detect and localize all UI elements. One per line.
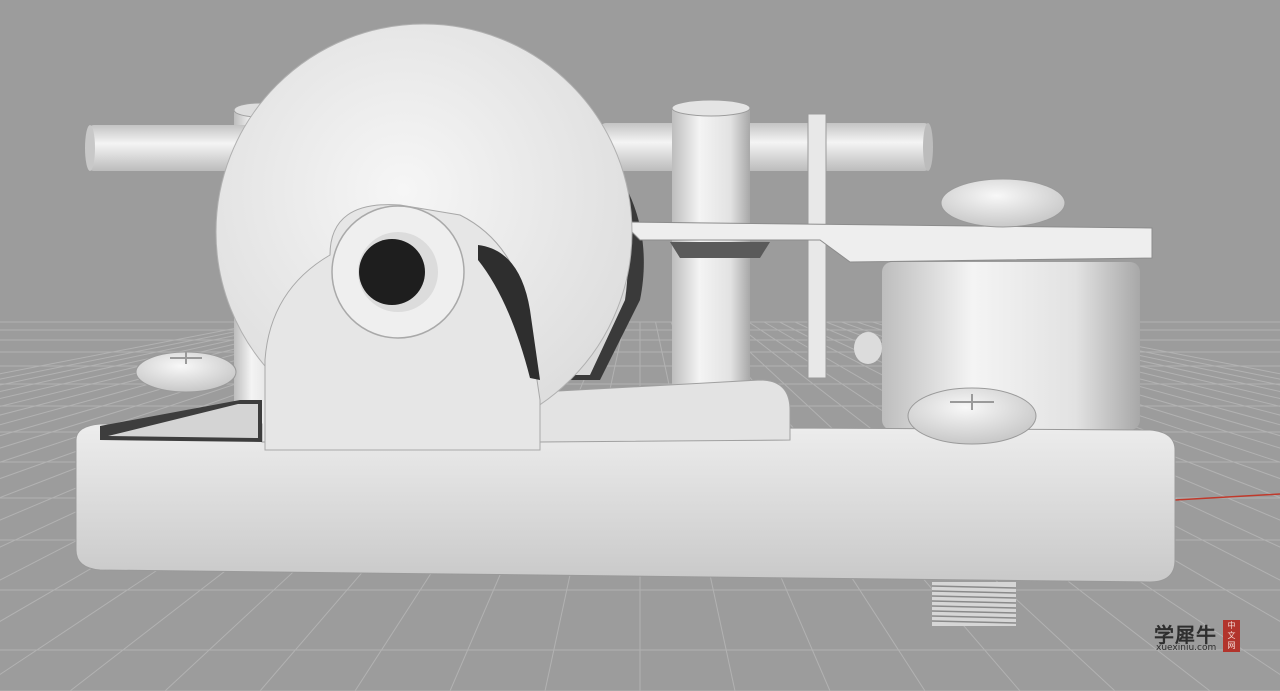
bearing-hole: [359, 239, 425, 305]
comb-teeth: [670, 242, 770, 258]
base-platform: [75, 423, 1176, 583]
watermark-seal-char: 文: [1227, 631, 1236, 640]
watermark-seal-char: 中: [1227, 621, 1236, 630]
threaded-bolt: [931, 582, 1017, 626]
left-rod-end: [85, 125, 95, 171]
center-column-top: [671, 99, 751, 117]
watermark-logo: 学犀牛 xuexiniu.com 中 文 网: [1148, 617, 1246, 657]
right-rod: [600, 123, 930, 171]
watermark-seal-char: 网: [1227, 641, 1236, 650]
rear-right-screw: [940, 178, 1066, 228]
vertical-bracket: [807, 113, 827, 379]
watermark-seal: 中 文 网: [1223, 620, 1240, 652]
right-rod-end: [923, 123, 933, 171]
3d-viewport[interactable]: [0, 0, 1280, 691]
watermark-url: xuexiniu.com: [1156, 643, 1217, 653]
right-block-knob: [854, 332, 882, 364]
